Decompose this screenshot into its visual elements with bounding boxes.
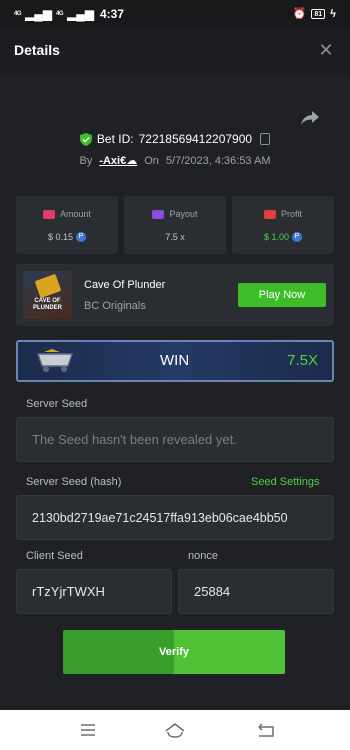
thumbnail-logo-text: CAVE OF PLUNDER — [32, 298, 62, 311]
mine-cart-icon — [36, 349, 74, 372]
stats-row: Amount $ 0.15 P Payout 7.5 x Profit $ 1.… — [16, 196, 334, 254]
amount-value: $ 0.15 — [47, 232, 74, 242]
server-seed-label: Server Seed — [26, 398, 88, 410]
treasure-icon — [34, 273, 62, 299]
signal-icon: ▂▄▆ — [25, 7, 52, 21]
share-icon[interactable] — [300, 110, 320, 126]
result-status: WIN — [160, 352, 190, 369]
amount-label: Amount — [59, 209, 92, 219]
status-right: ⏰ 81 ϟ — [292, 7, 336, 21]
on-label: On — [144, 154, 159, 167]
bet-id-label: Bet ID: — [96, 132, 134, 146]
coin-icon-profit: P — [292, 232, 303, 242]
nonce-label: nonce — [188, 550, 218, 562]
network-4g-2: 4G — [55, 11, 64, 17]
play-now-button[interactable]: Play Now — [238, 283, 326, 307]
result-banner: WIN 7.5X — [16, 340, 334, 382]
status-left: 4G ▂▄▆ 4G ▂▄▆ 4:37 — [14, 7, 124, 21]
payout-card: Payout 7.5 x — [124, 196, 226, 254]
server-seed-hash-field[interactable]: 2130bd2719ae71c24517ffa913eb06cae4bb50 — [16, 495, 334, 540]
menu-icon[interactable] — [76, 720, 100, 740]
amount-card: Amount $ 0.15 P — [16, 196, 118, 254]
server-seed-field: The Seed hasn't been revealed yet. — [16, 417, 334, 462]
signal-icon-2: ▂▄▆ — [67, 7, 94, 21]
modal-header: Details ✕ — [0, 28, 350, 74]
by-label: By — [79, 154, 93, 167]
system-nav-bar — [0, 710, 350, 750]
result-multiplier: 7.5X — [287, 352, 318, 369]
network-4g-1: 4G — [14, 11, 22, 17]
client-seed-field[interactable]: rTzYjrTWXH — [16, 569, 172, 614]
charging-icon: ϟ — [330, 7, 336, 20]
details-content: Bet ID: 72218569412207900 By -Axi€☁ On 5… — [0, 74, 350, 710]
alarm-icon: ⏰ — [292, 8, 307, 20]
coin-icon: P — [76, 232, 87, 242]
amount-icon — [42, 209, 55, 219]
payout-icon — [152, 209, 165, 219]
shield-check-icon — [79, 132, 92, 146]
profit-card: Profit $ 1.00 P — [232, 196, 334, 254]
profit-icon — [263, 209, 276, 219]
payout-label: Payout — [169, 209, 198, 219]
copy-icon[interactable] — [260, 133, 271, 145]
bet-id-row: Bet ID: 72218569412207900 — [0, 132, 350, 146]
bet-id-value: 72218569412207900 — [138, 132, 253, 146]
status-bar: 4G ▂▄▆ 4G ▂▄▆ 4:37 ⏰ 81 ϟ — [0, 0, 350, 28]
payout-value: 7.5 x — [165, 232, 185, 242]
server-seed-hash-label: Server Seed (hash) — [26, 476, 122, 488]
game-thumbnail[interactable]: CAVE OF PLUNDER — [23, 271, 72, 319]
verify-button[interactable]: Verify — [63, 630, 285, 674]
game-category: BC Originals — [84, 300, 146, 312]
nonce-field[interactable]: 25884 — [178, 569, 334, 614]
game-card: CAVE OF PLUNDER Cave Of Plunder BC Origi… — [16, 264, 334, 326]
back-icon[interactable] — [254, 720, 278, 740]
clock: 4:37 — [99, 7, 124, 21]
bet-meta-row: By -Axi€☁ On 5/7/2023, 4:36:53 AM — [0, 154, 350, 168]
home-icon[interactable] — [163, 720, 187, 740]
battery-icon: 81 — [311, 8, 326, 19]
profit-value: $ 1.00 — [263, 232, 290, 242]
seed-settings-link[interactable]: Seed Settings — [251, 476, 320, 488]
bet-datetime: 5/7/2023, 4:36:53 AM — [165, 154, 271, 167]
close-icon[interactable]: ✕ — [316, 40, 336, 60]
user-link[interactable]: -Axi€☁ — [99, 154, 137, 167]
page-title: Details — [14, 42, 60, 58]
client-seed-label: Client Seed — [26, 550, 83, 562]
profit-label: Profit — [280, 209, 302, 219]
game-name: Cave Of Plunder — [84, 279, 166, 291]
